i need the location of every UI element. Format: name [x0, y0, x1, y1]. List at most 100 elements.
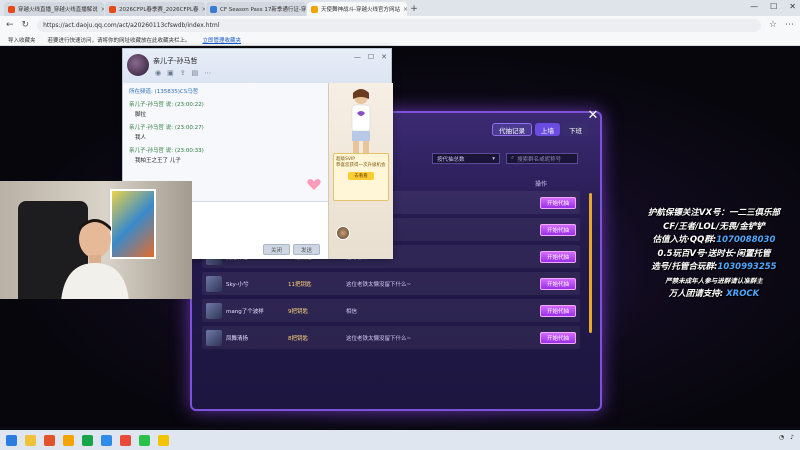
message-text: 脚拉 — [135, 112, 147, 118]
tab-favicon-icon — [311, 5, 318, 13]
search-input[interactable]: ⌕ 搜索群名或昵称号 — [506, 153, 578, 164]
bookmarks-prompt: 若要进行快速访问，请将你的网址收藏放在此收藏夹栏上。 — [47, 37, 191, 44]
import-favorites-button[interactable]: 导入收藏夹 — [8, 36, 36, 44]
start-draw-button[interactable]: 开始代抽 — [540, 304, 576, 317]
system-tray: ◔ ♪ — [779, 434, 794, 441]
send-button[interactable]: 发送 — [293, 244, 321, 255]
app-icon[interactable] — [139, 434, 150, 446]
promo-overlay: 护航保镖关注VX号：一二三俱乐部 CF/王者/LOL/无畏/金铲铲 估值入坑·Q… — [628, 207, 800, 302]
volume-icon[interactable]: ♪ — [790, 434, 794, 441]
taskbar: ◔ ♪ — [0, 430, 800, 450]
close-icon[interactable]: ✕ — [789, 2, 796, 11]
network-icon[interactable]: ◔ — [779, 434, 784, 441]
close-tab-icon[interactable]: × — [101, 6, 104, 13]
menu-icon[interactable]: ⋯ — [785, 20, 794, 30]
record-button[interactable]: 代抽记录 — [492, 123, 532, 136]
promo-line: CF/王者/LOL/无畏/金铲铲 — [663, 221, 765, 232]
up-button[interactable]: 上墙 — [535, 123, 560, 136]
browser-tab-active[interactable]: 天使舞神战斗-穿越火线官方网站 × — [307, 2, 407, 16]
vip-card: 超级SVIP 恭喜您获得一次升级机会 去看看 — [333, 153, 389, 201]
back-icon[interactable]: ← — [6, 20, 14, 30]
list-scrollbar[interactable] — [589, 193, 592, 333]
start-draw-button[interactable]: 开始代抽 — [540, 196, 576, 209]
address-bar: ← ↻ https://act.daoju.qq.com/act/a202601… — [0, 16, 800, 34]
start-draw-button[interactable]: 开始代抽 — [540, 223, 576, 236]
promo-line: 护航保镖关注VX号：一二三俱乐部 — [647, 208, 781, 218]
message-text: 我帕王之王了 儿子 — [135, 158, 181, 164]
sort-select[interactable]: 按代抽总数 ▾ — [432, 153, 500, 164]
start-draw-button[interactable]: 开始代抽 — [540, 331, 576, 344]
streamer-person-icon — [61, 219, 129, 299]
more-icon[interactable]: ⋯ — [204, 69, 211, 77]
panel-close-icon[interactable]: ✕ — [585, 108, 601, 124]
url-field[interactable]: https://act.daoju.qq.com/act/a20260113cf… — [37, 18, 761, 32]
windows-start-icon[interactable] — [6, 434, 17, 446]
avatar — [206, 275, 222, 292]
browser-tab[interactable]: 2026CFPL春季赛_2026CFPL春 × — [105, 2, 205, 16]
chat-header: 亲儿子-孙马哲 ◉ ▣ ⇪ ▤ ⋯ — ☐ ✕ — [123, 49, 391, 83]
contact-name: 亲儿子-孙马哲 — [153, 57, 198, 65]
chevron-down-icon: ▾ — [492, 155, 495, 162]
minimize-icon[interactable]: — — [750, 2, 758, 11]
message-text: 我人 — [135, 135, 147, 141]
table-row: mang了个波样 9把钥匙 相信 开始代抽 — [202, 299, 580, 322]
close-tab-icon[interactable]: × — [202, 6, 205, 13]
webcam-feed — [0, 181, 192, 299]
chat-toolbar: ◉ ▣ ⇪ ▤ ⋯ — [155, 69, 211, 77]
share-icon[interactable]: ⇪ — [180, 69, 186, 77]
avatar — [206, 329, 222, 346]
heart-sticker-icon — [307, 179, 321, 190]
message-meta: 亲儿子-孙马哲 说: (23:00:22) — [129, 102, 204, 108]
promo-line: 0.5玩百V号·送时长·闲置托管 — [657, 248, 771, 259]
avatar — [206, 302, 222, 319]
promo-line: 万人团请支持: XROCK — [668, 289, 760, 299]
app-icon[interactable] — [82, 434, 93, 446]
tab-favicon-icon — [109, 5, 116, 13]
vip-text: 恭喜您获得一次升级机会 — [336, 163, 386, 168]
system-note: 所在频道: (135835)CS马哲 — [129, 89, 199, 95]
maximize-icon[interactable]: ☐ — [770, 2, 777, 11]
table-row: Sky-小兮 11把钥匙 这位老铁太懒没留下什么~ 开始代抽 — [202, 272, 580, 295]
promo-line: 严禁未成年人参与进群请认准群主 — [665, 276, 763, 285]
url-text: https://act.daoju.qq.com/act/a20260113cf… — [43, 21, 220, 29]
video-icon[interactable]: ▣ — [167, 69, 174, 77]
maximize-icon[interactable]: ☐ — [368, 53, 374, 61]
avatar[interactable] — [336, 226, 350, 240]
start-draw-button[interactable]: 开始代抽 — [540, 277, 576, 290]
close-chat-button[interactable]: 关闭 — [263, 244, 291, 255]
col-action-header: 操作 — [535, 181, 548, 188]
browser-icon[interactable] — [101, 434, 112, 446]
browser-tab[interactable]: CF Season Pass 17新季通行证-穿× — [206, 2, 306, 16]
manage-favorites-link[interactable]: 立即管理收藏夹 — [203, 36, 242, 44]
promo-line: 选号/托管合玩群:1030993255 — [651, 262, 777, 272]
message-meta: 亲儿子-孙马哲 说: (23:00:27) — [129, 125, 204, 131]
favorites-icon[interactable]: ☆ — [769, 20, 777, 30]
bookmarks-bar: 导入收藏夹 若要进行快速访问，请将你的网址收藏放在此收藏夹栏上。 立即管理收藏夹 — [0, 34, 800, 46]
avatar[interactable] — [127, 54, 149, 76]
tab-favicon-icon — [8, 5, 15, 13]
file-icon[interactable]: ▤ — [192, 69, 199, 77]
minimize-icon[interactable]: — — [354, 53, 361, 61]
message-meta: 亲儿子-孙马哲 说: (23:00:33) — [129, 148, 204, 154]
down-button[interactable]: 下班 — [563, 123, 588, 136]
voice-icon[interactable]: ◉ — [155, 69, 161, 77]
start-draw-button[interactable]: 开始代抽 — [540, 250, 576, 263]
app-icon[interactable] — [63, 434, 74, 446]
app-icon[interactable] — [158, 434, 169, 446]
table-row: 凤舞清扬 8把钥匙 这位老铁太懒没留下什么~ 开始代抽 — [202, 326, 580, 349]
new-tab-button[interactable]: + — [408, 2, 420, 16]
browser-tab[interactable]: 穿越火线直播_穿越火线直播解说 × — [4, 2, 104, 16]
vip-button[interactable]: 去看看 — [348, 172, 374, 180]
send-buttons: 关闭 发送 — [263, 244, 321, 255]
window-controls: — ☐ ✕ — [750, 2, 796, 11]
browser-tab-bar: 穿越火线直播_穿越火线直播解说 × 2026CFPL春季赛_2026CFPL春 × … — [0, 0, 800, 16]
promo-line: 估值入坑·QQ群:1070088030 — [652, 235, 776, 245]
tab-favicon-icon — [210, 5, 217, 13]
refresh-icon[interactable]: ↻ — [22, 20, 30, 30]
app-icon[interactable] — [25, 434, 36, 446]
chat-window-controls: — ☐ ✕ — [354, 53, 387, 61]
close-icon[interactable]: ✕ — [381, 53, 387, 61]
close-tab-icon[interactable]: × — [403, 6, 407, 13]
app-icon[interactable] — [44, 434, 55, 446]
app-icon[interactable] — [120, 434, 131, 446]
